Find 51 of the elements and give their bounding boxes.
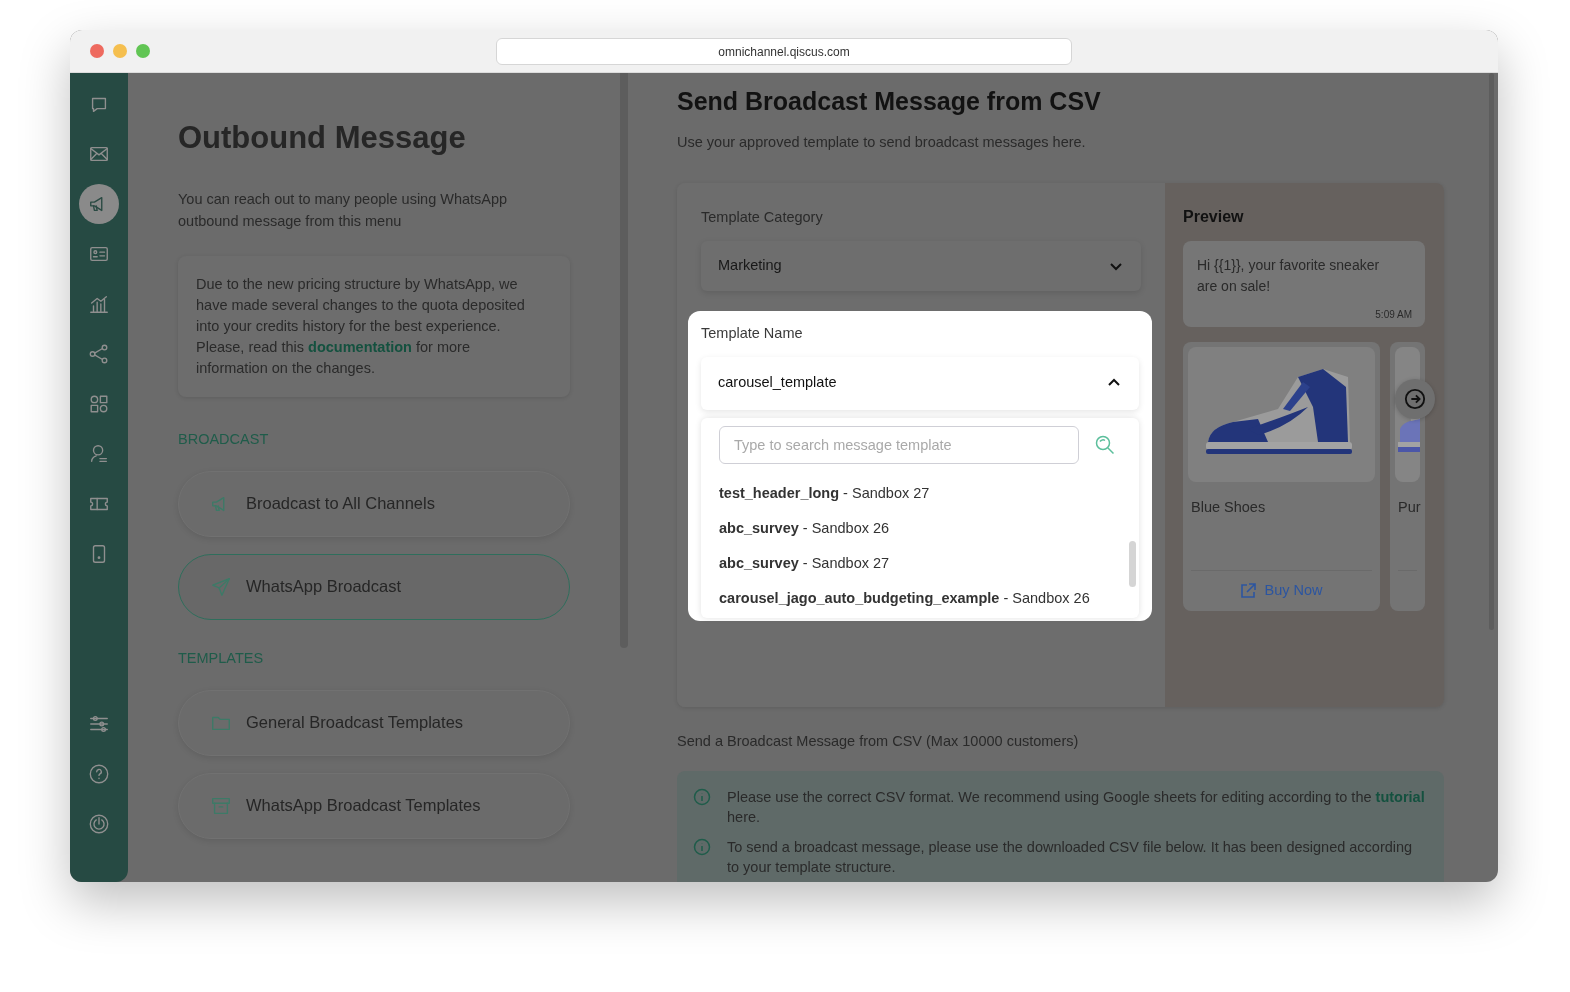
section-heading: TEMPLATES	[178, 648, 265, 668]
field-label: Template Category	[701, 207, 824, 227]
grid-icon	[88, 393, 110, 415]
menu-item[interactable]: WhatsApp Broadcast	[178, 553, 570, 620]
menu-item[interactable]: Broadcast to All Channels	[178, 470, 570, 537]
info-icon	[693, 787, 711, 806]
field-label: Template Name	[701, 323, 804, 343]
message-time: 5:09 AM	[1375, 307, 1412, 322]
section-title: Send Broadcast Message from CSV	[677, 86, 1102, 116]
dropdown-value: Marketing	[718, 255, 782, 275]
maximize-window-icon[interactable]	[136, 44, 150, 58]
card-title: Blue Shoes	[1190, 497, 1267, 517]
paper-plane-icon	[210, 575, 232, 598]
category-dropdown[interactable]: Marketing	[701, 240, 1141, 291]
info-icon	[693, 837, 711, 856]
help-icon	[88, 763, 110, 785]
message-text: Hi {{1}}, your favorite sneaker are on sale!	[1197, 255, 1381, 296]
sliders-icon	[88, 713, 110, 735]
search-field[interactable]: Type to search message template	[719, 425, 1079, 464]
scrollbar[interactable]	[1489, 73, 1494, 630]
preview-title: Preview	[1183, 206, 1245, 227]
card-title: Pur	[1397, 497, 1422, 517]
page-description: You can reach out to many people using WhatsApp outbound message from this menu	[178, 190, 509, 231]
scrollbar[interactable]	[1129, 540, 1136, 587]
option-item[interactable]: test_header_long - Sandbox 27	[719, 475, 1121, 511]
person-icon	[88, 443, 110, 465]
nav-item[interactable]	[79, 184, 119, 224]
search-icon[interactable]	[1095, 434, 1115, 455]
address-bar[interactable]: omnichannel.qiscus.com	[496, 38, 1072, 65]
page-title: Outbound Message	[178, 119, 467, 157]
option-item[interactable]: abc_survey - Sandbox 27	[719, 545, 1121, 581]
option-item[interactable]: abc_survey - Sandbox 26	[719, 510, 1121, 546]
external-link-icon	[1240, 582, 1257, 599]
section-subtitle: Use your approved template to send broadcast messages here.	[677, 133, 1087, 152]
template-dropdown[interactable]: carousel_template	[701, 356, 1139, 410]
power-icon	[88, 813, 110, 835]
info-text: To send a broadcast message, please use the downloaded CSV file below. It has been designed according to your template structure.	[727, 837, 1414, 877]
bar-chart-icon	[88, 293, 110, 315]
menu-item[interactable]: General Broadcast Templates	[178, 689, 570, 756]
link[interactable]: documentation	[308, 339, 412, 355]
menu-item[interactable]: WhatsApp Broadcast Templates	[178, 772, 570, 839]
notice-text: Due to the new pricing structure by WhatsApp, we have made several changes to the quota deposited into your credits history for the best experience. Please, read this documentation for more information on the changes.	[196, 275, 526, 378]
section-heading: BROADCAST	[178, 430, 270, 449]
info-text: Please use the correct CSV format. We recommend using Google sheets for editing according to the tutorial here.	[727, 787, 1426, 827]
scrollbar[interactable]	[620, 73, 628, 648]
option-item[interactable]: carousel_jago_auto_budgeting_example - Sandbox 26	[719, 580, 1121, 616]
close-window-icon[interactable]	[90, 44, 104, 58]
arrow-right-icon	[1404, 387, 1426, 410]
share-nodes-icon	[88, 343, 110, 365]
dropdown-value: carousel_template	[718, 373, 837, 393]
csv-label: Send a Broadcast Message from CSV (Max 10000 customers)	[677, 731, 1080, 751]
